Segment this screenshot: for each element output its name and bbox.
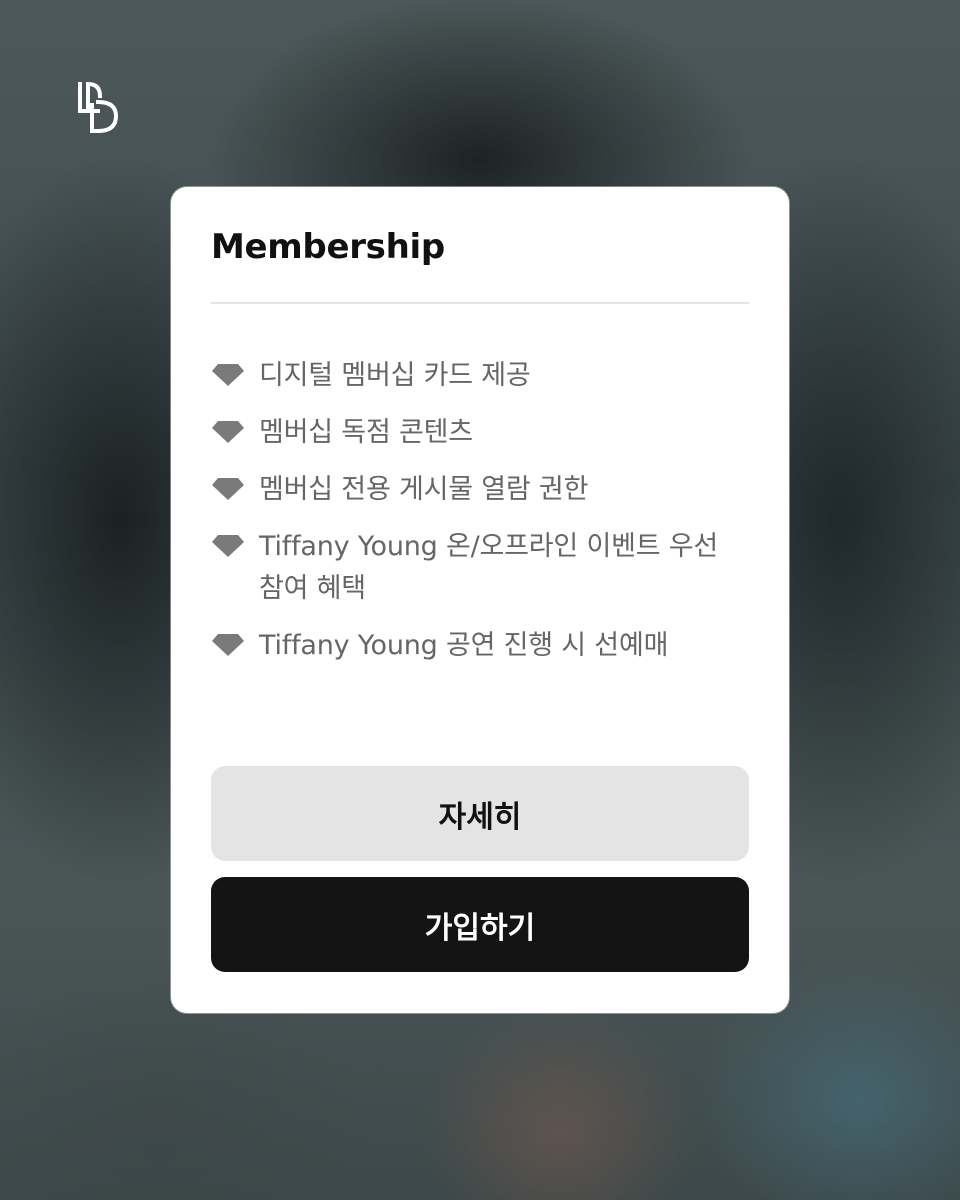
details-button[interactable]: 자세히 (211, 766, 749, 861)
diamond-icon (212, 364, 244, 386)
list-item: Tiffany Young 공연 진행 시 선예매 (211, 625, 751, 667)
benefit-text: Tiffany Young 온/오프라인 이벤트 우선 참여 혜택 (259, 531, 719, 604)
benefit-list: 디지털 멤버십 카드 제공 멤버십 독점 콘텐츠 멤버십 전용 게시물 열람 권… (211, 355, 751, 682)
list-item: 멤버십 전용 게시물 열람 권한 (211, 469, 751, 511)
join-button[interactable]: 가입하기 (211, 877, 749, 972)
diamond-icon (212, 478, 244, 500)
diamond-icon (212, 634, 244, 656)
list-item: 디지털 멤버십 카드 제공 (211, 355, 751, 397)
card-title: Membership (211, 227, 445, 267)
membership-card: Membership 디지털 멤버십 카드 제공 멤버십 독점 콘텐츠 멤버십 … (171, 187, 789, 1013)
list-item: 멤버십 독점 콘텐츠 (211, 412, 751, 454)
bd-monogram-icon (78, 81, 119, 133)
diamond-icon (212, 535, 244, 557)
benefit-text: 멤버십 전용 게시물 열람 권한 (259, 474, 589, 505)
diamond-icon (212, 421, 244, 443)
benefit-text: Tiffany Young 공연 진행 시 선예매 (259, 630, 669, 661)
benefit-text: 디지털 멤버십 카드 제공 (259, 360, 531, 391)
divider (211, 302, 749, 304)
list-item: Tiffany Young 온/오프라인 이벤트 우선 참여 혜택 (211, 526, 751, 610)
benefit-text: 멤버십 독점 콘텐츠 (259, 417, 473, 448)
